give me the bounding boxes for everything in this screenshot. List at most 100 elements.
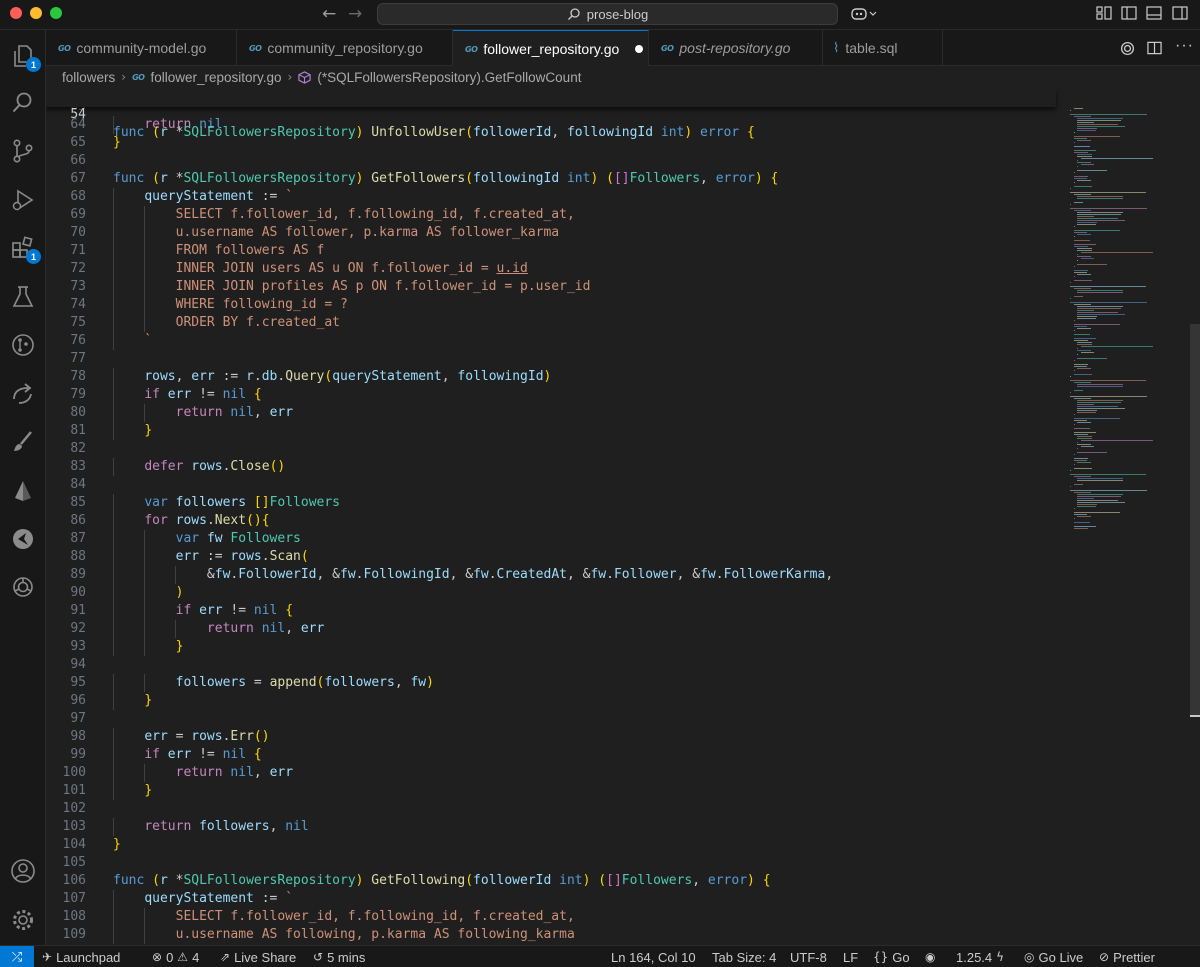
toggle-sidebar-icon[interactable] [1121, 6, 1137, 20]
code-line[interactable]: 97 [46, 710, 1056, 728]
line-number: 67 [70, 171, 86, 186]
code-line[interactable]: 82 [46, 440, 1056, 458]
code-line[interactable]: 73 INNER JOIN profiles AS p ON f.followe… [46, 278, 1056, 296]
remote-indicator-icon[interactable]: ⤮ [0, 946, 34, 967]
code-line[interactable]: 109 u.username AS following, p.karma AS … [46, 926, 1056, 944]
code-line[interactable]: 104} [46, 836, 1056, 854]
code-line[interactable]: 94 [46, 656, 1056, 674]
code-line[interactable]: 76 ` [46, 332, 1056, 350]
git-icon[interactable] [8, 330, 38, 360]
code-line[interactable]: 101 } [46, 782, 1056, 800]
search-icon[interactable] [8, 88, 38, 118]
code-line[interactable]: 103 return followers, nil [46, 818, 1056, 836]
gauge-icon[interactable] [8, 524, 38, 554]
code-line[interactable]: 81 } [46, 422, 1056, 440]
vertical-scrollbar[interactable] [1190, 324, 1200, 716]
code-line[interactable]: 95 followers = append(followers, fw) [46, 674, 1056, 692]
breadcrumb-folder[interactable]: followers [62, 70, 115, 85]
language-mode-button[interactable]: {} Go [873, 949, 910, 965]
eol-button[interactable]: LF [843, 949, 858, 965]
code-line[interactable]: 88 err := rows.Scan( [46, 548, 1056, 566]
breadcrumb-file[interactable]: follower_repository.go [150, 70, 281, 85]
launchpad-button[interactable]: ✈ Launchpad [42, 949, 120, 965]
share-icon[interactable] [8, 379, 38, 409]
code-line[interactable]: 70 u.username AS follower, p.karma AS fo… [46, 224, 1056, 242]
code-line[interactable]: 78 rows, err := r.db.Query(queryStatemen… [46, 368, 1056, 386]
maximize-window-button[interactable] [50, 7, 62, 19]
code-line[interactable]: 80 return nil, err [46, 404, 1056, 422]
code-line[interactable]: 79 if err != nil { [46, 386, 1056, 404]
tab-post-repository[interactable]: GO post-repository.go [649, 30, 823, 66]
source-control-icon[interactable] [8, 136, 38, 166]
code-line[interactable]: 75 ORDER BY f.created_at [46, 314, 1056, 332]
code-line[interactable]: 72 INNER JOIN users AS u ON f.follower_i… [46, 260, 1056, 278]
encoding-button[interactable]: UTF-8 [790, 949, 827, 965]
copilot-status-icon[interactable]: ◉ [925, 949, 935, 965]
copilot-icon[interactable] [850, 6, 878, 20]
code-line[interactable]: 96 } [46, 692, 1056, 710]
code-line[interactable]: 93 } [46, 638, 1056, 656]
code-line[interactable]: 84 [46, 476, 1056, 494]
tab-community-model[interactable]: GO community-model.go [46, 30, 237, 66]
code-line[interactable]: 98 err = rows.Err() [46, 728, 1056, 746]
code-line[interactable]: 92 return nil, err [46, 620, 1056, 638]
gear-icon[interactable] [8, 905, 38, 935]
code-line[interactable]: 77 [46, 350, 1056, 368]
openai-icon[interactable] [8, 572, 38, 602]
live-share-button[interactable]: ⇗ Live Share [220, 949, 296, 965]
tab-size-button[interactable]: Tab Size: 4 [712, 949, 776, 965]
code-line[interactable]: 107 queryStatement := ` [46, 890, 1056, 908]
toggle-secondary-sidebar-icon[interactable] [1172, 6, 1188, 20]
close-window-button[interactable] [10, 7, 22, 19]
debug-icon[interactable] [8, 185, 38, 215]
problems-button[interactable]: ⊗ 0 ⚠ 4 [152, 949, 199, 965]
toggle-panel-icon[interactable] [1146, 6, 1162, 20]
code-line[interactable]: 71 FROM followers AS f [46, 242, 1056, 260]
account-icon[interactable] [8, 856, 38, 886]
brush-icon[interactable] [8, 427, 38, 457]
unsaved-dot-icon[interactable] [635, 45, 644, 53]
triangle-icon[interactable] [8, 476, 38, 506]
code-line[interactable]: 91 if err != nil { [46, 602, 1056, 620]
prettier-button[interactable]: ⊘ Prettier [1099, 949, 1155, 965]
code-line[interactable]: 67 func (r *SQLFollowersRepository) GetFo… [46, 170, 1056, 188]
arrow-left-icon[interactable]: ← [322, 4, 336, 24]
sticky-scroll-line[interactable]: 54 func (r *SQLFollowersRepository) Unfo… [46, 88, 1056, 140]
extensions-icon[interactable]: 1 [8, 233, 41, 264]
code-editor[interactable]: 54 func (r *SQLFollowersRepository) Unfo… [46, 88, 1200, 945]
code-line[interactable]: 90 ) [46, 584, 1056, 602]
timer-button[interactable]: ↺ 5 mins [313, 949, 365, 965]
code-line[interactable]: 99 if err != nil { [46, 746, 1056, 764]
code-line[interactable]: 68 queryStatement := ` [46, 188, 1056, 206]
minimize-window-button[interactable] [30, 7, 42, 19]
arrow-right-icon[interactable]: → [348, 4, 362, 24]
code-line[interactable]: 69 SELECT f.follower_id, f.following_id,… [46, 206, 1056, 224]
cursor-position[interactable]: Ln 164, Col 10 [611, 949, 696, 965]
tab-community-repository[interactable]: GO community_repository.go [237, 30, 453, 66]
customize-layout-icon[interactable] [1096, 6, 1112, 20]
go-version-button[interactable]: 1.25.4 ϟ [956, 949, 1004, 965]
code-line[interactable]: 85 var followers []Followers [46, 494, 1056, 512]
code-line[interactable]: 66 [46, 152, 1056, 170]
code-line[interactable]: 100 return nil, err [46, 764, 1056, 782]
command-center-search[interactable]: prose-blog [377, 3, 838, 25]
more-actions-icon[interactable]: ··· [1175, 37, 1194, 55]
openai-icon[interactable] [1119, 40, 1136, 57]
code-line[interactable]: 86 for rows.Next(){ [46, 512, 1056, 530]
code-line[interactable]: 102 [46, 800, 1056, 818]
code-line[interactable]: 105 [46, 854, 1056, 872]
minimap[interactable] [1060, 88, 1200, 945]
go-live-button[interactable]: ◎ Go Live [1024, 949, 1083, 965]
flask-icon[interactable] [8, 282, 38, 312]
files-icon[interactable]: 1 [8, 41, 41, 72]
code-line[interactable]: 83 defer rows.Close() [46, 458, 1056, 476]
code-line[interactable]: 74 WHERE following_id = ? [46, 296, 1056, 314]
code-line[interactable]: 89 &fw.FollowerId, &fw.FollowingId, &fw.… [46, 566, 1056, 584]
tab-table-sql[interactable]: ⌇ table.sql [823, 30, 943, 66]
code-line[interactable]: 108 SELECT f.follower_id, f.following_id… [46, 908, 1056, 926]
code-line[interactable]: 106 func (r *SQLFollowersRepository) GetF… [46, 872, 1056, 890]
split-editor-icon[interactable] [1147, 41, 1162, 55]
tab-follower-repository[interactable]: GO follower_repository.go [453, 30, 649, 67]
breadcrumb-symbol[interactable]: (*SQLFollowersRepository).GetFollowCount [317, 70, 581, 85]
code-line[interactable]: 87 var fw Followers [46, 530, 1056, 548]
